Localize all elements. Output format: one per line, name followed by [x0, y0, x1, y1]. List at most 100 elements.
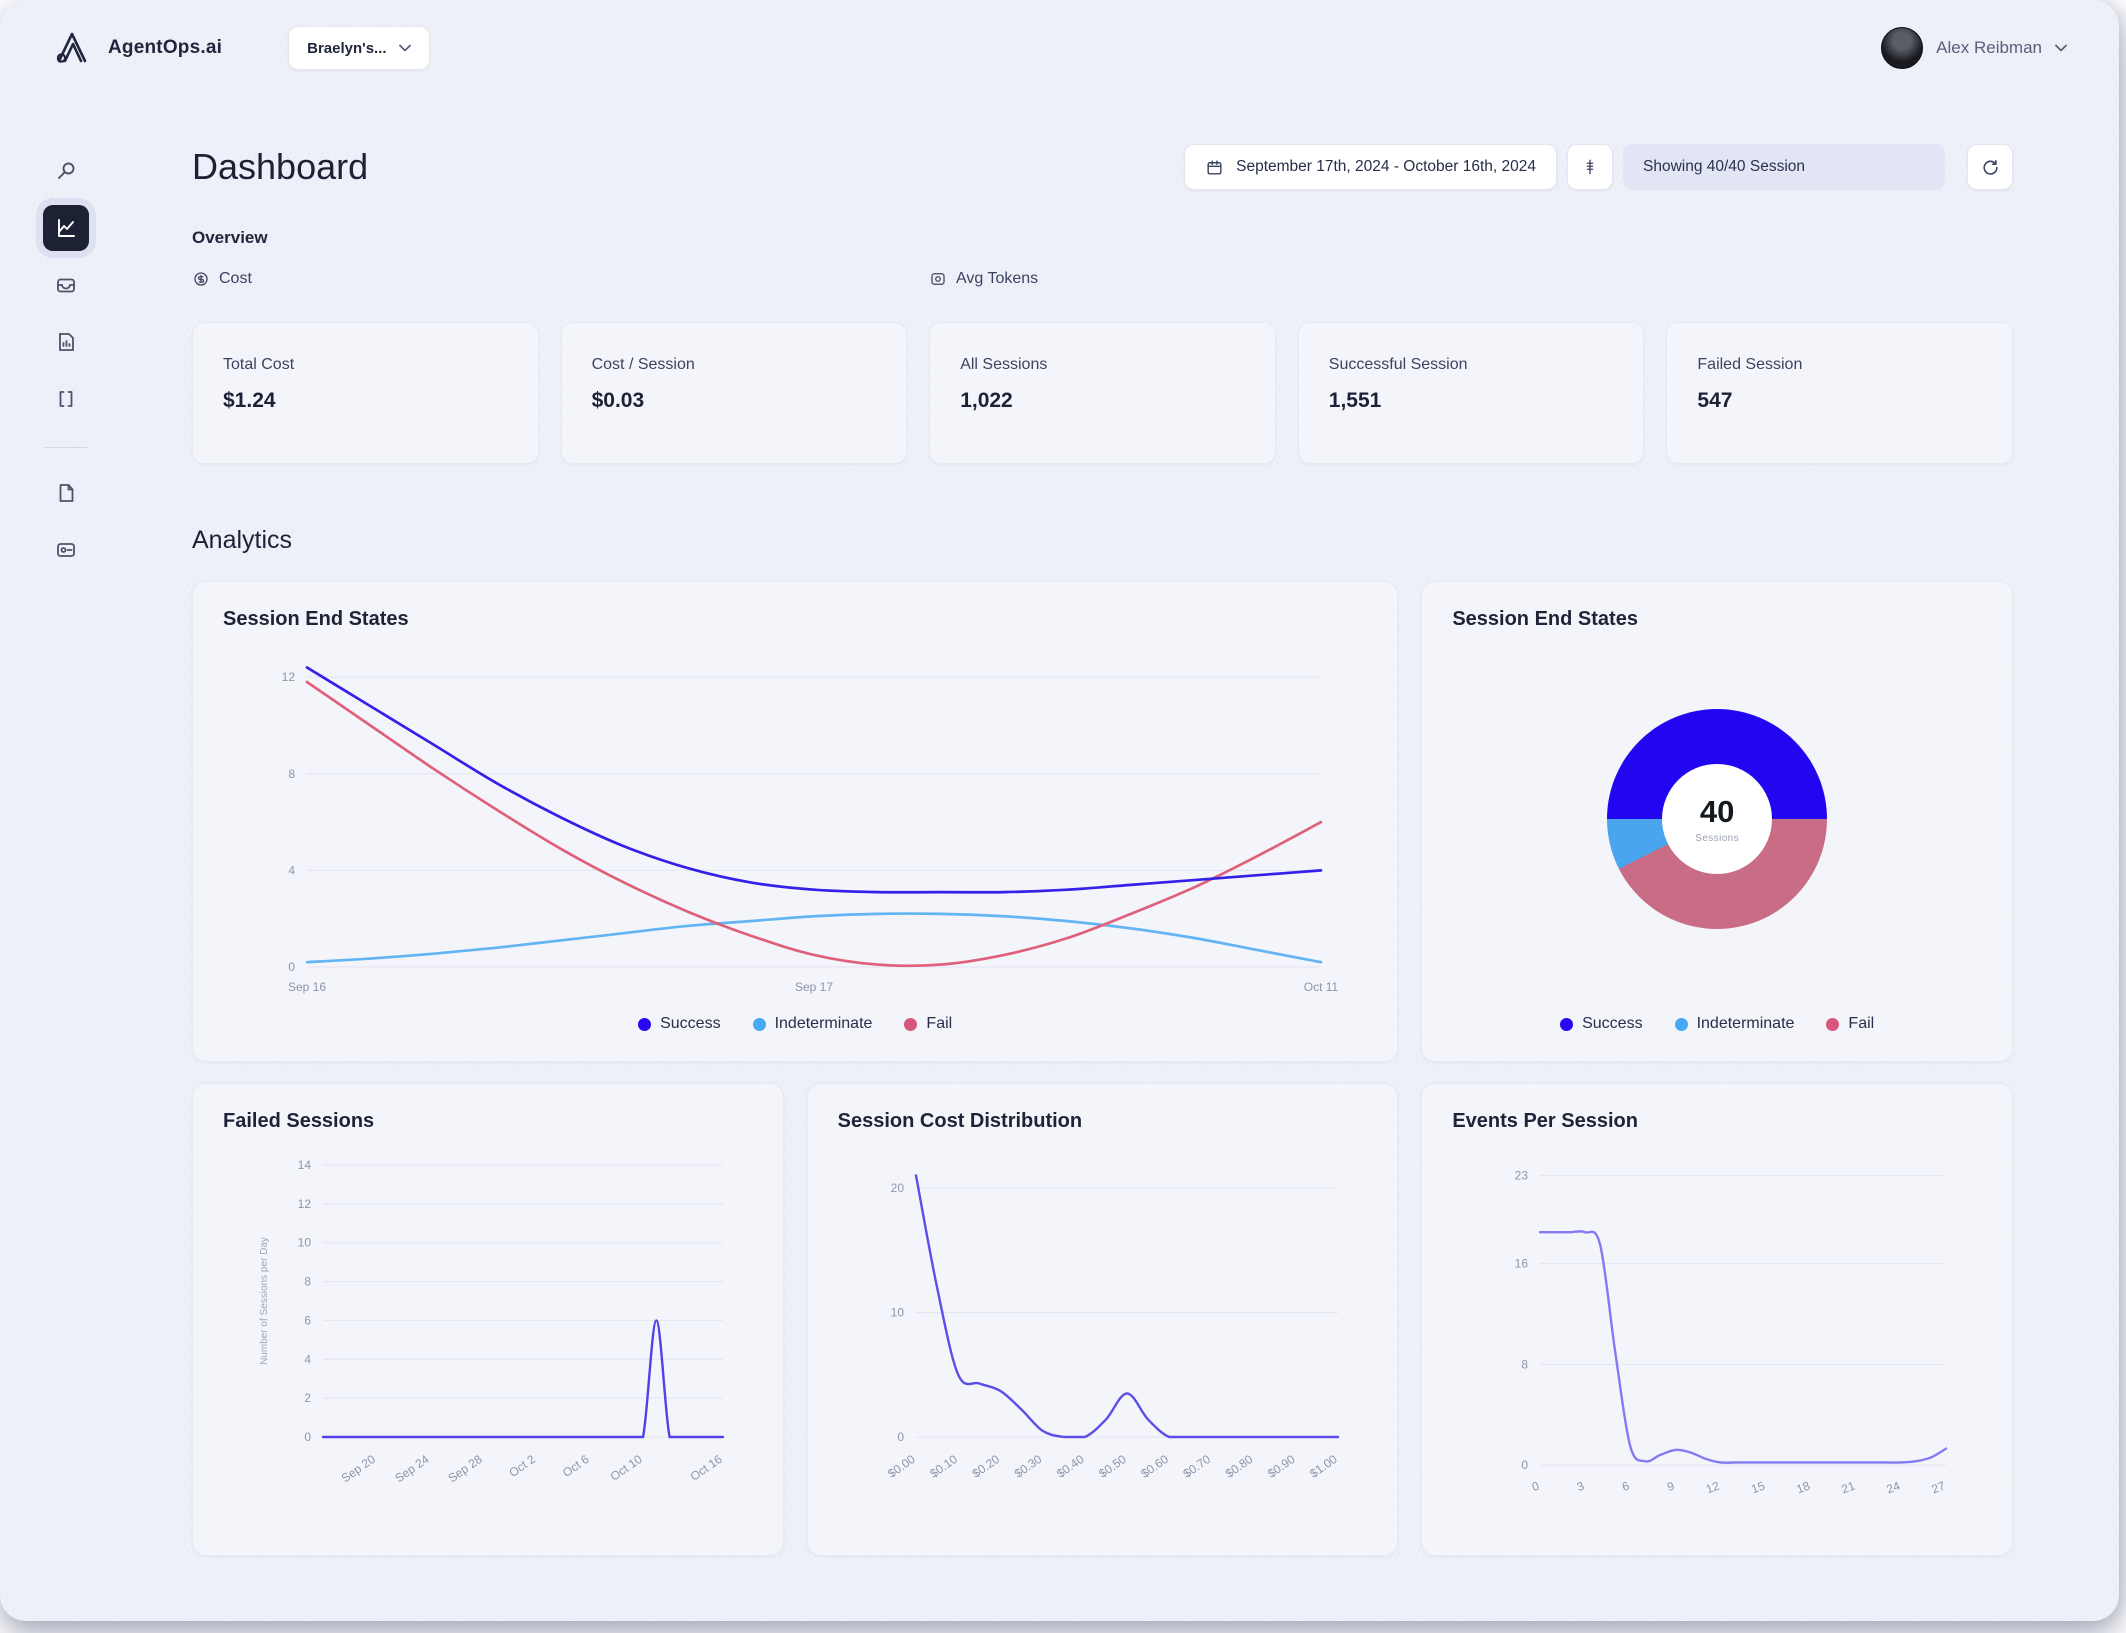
sidebar-item-sessions[interactable]	[43, 262, 89, 308]
svg-text:12: 12	[282, 670, 296, 684]
failed-sessions-chart[interactable]: 0 2 4 6 8 10 12 14 Number of Sessions per Day Sep…	[223, 1139, 753, 1529]
key-card-icon	[57, 543, 75, 557]
svg-text:10: 10	[298, 1236, 312, 1250]
svg-text:0: 0	[1522, 1458, 1529, 1472]
svg-text:Sep 24: Sep 24	[392, 1452, 431, 1485]
main-content: Dashboard September 17th, 2024 - October…	[132, 96, 2119, 1621]
sidebar-item-projects[interactable]	[43, 319, 89, 365]
legend-label: Fail	[1848, 1015, 1875, 1032]
session-end-states-line-chart[interactable]: 0 4 8 12 Sep 16 Sep 17 Oct 11	[223, 637, 1367, 1007]
chevron-down-icon	[2055, 44, 2067, 52]
user-name: Alex Reibman	[1936, 38, 2042, 57]
legend-item[interactable]: Fail	[1826, 1015, 1874, 1033]
svg-text:$0.50: $0.50	[1096, 1452, 1129, 1481]
legend-dot-icon	[1560, 1017, 1574, 1031]
svg-text:20: 20	[890, 1181, 904, 1195]
legend-label: Indeterminate	[1696, 1015, 1795, 1032]
workspace-selector[interactable]: Braelyn's...	[288, 26, 430, 70]
stat-value: $1.24	[223, 389, 276, 412]
showing-sessions-text: Showing 40/40 Session	[1643, 158, 1806, 175]
stat-card: All Sessions 1,022	[929, 322, 1276, 464]
chart-legend: Success Indeterminate Fail	[1452, 1007, 1982, 1035]
svg-text:$0.90: $0.90	[1265, 1452, 1298, 1481]
legend-label: Indeterminate	[774, 1015, 873, 1032]
svg-text:$0.30: $0.30	[1011, 1452, 1044, 1481]
stat-value: 547	[1697, 389, 1733, 412]
events-per-session-card: Events Per Session 0 8 16 23 0 3 6 9 12 15 18 21 24 2…	[1421, 1083, 2013, 1556]
refresh-button[interactable]	[1967, 144, 2013, 190]
svg-text:$0.00: $0.00	[885, 1452, 918, 1481]
line-chart-icon	[58, 219, 75, 237]
workspace-name: Braelyn's...	[307, 39, 387, 57]
legend-item[interactable]: Fail	[904, 1015, 952, 1033]
legend-item[interactable]: Indeterminate	[1674, 1015, 1795, 1033]
legend-item[interactable]: Success	[638, 1015, 721, 1033]
legend-dot-icon	[1826, 1017, 1840, 1031]
legend-label: Fail	[926, 1015, 953, 1032]
token-icon	[931, 273, 945, 285]
showing-sessions-badge: Showing 40/40 Session	[1623, 144, 1945, 190]
svg-text:14: 14	[298, 1158, 312, 1172]
stat-card: Total Cost $1.24	[192, 322, 539, 464]
sidebar-item-dashboard[interactable]	[43, 205, 89, 251]
svg-text:2: 2	[304, 1391, 311, 1405]
chart-legend: Success Indeterminate Fail	[223, 1007, 1367, 1035]
svg-text:10: 10	[890, 1305, 904, 1319]
donut-center: 40 Sessions	[1662, 764, 1773, 874]
tray-icon	[57, 278, 75, 293]
donut-total: 40	[1699, 794, 1735, 829]
session-end-states-donut-card: Session End States 40 Sessions Success In…	[1421, 581, 2013, 1062]
chart-title: Session End States	[1452, 608, 1638, 630]
svg-text:24: 24	[1885, 1479, 1903, 1497]
svg-text:23: 23	[1515, 1169, 1529, 1183]
sidebar-item-docs[interactable]	[43, 470, 89, 516]
svg-text:$1.00: $1.00	[1307, 1452, 1340, 1481]
svg-text:6: 6	[304, 1313, 311, 1327]
svg-text:12: 12	[298, 1197, 312, 1211]
session-end-states-line-card: Session End States 0 4 8 12 Sep 16 Sep 17 Oct …	[192, 581, 1399, 1062]
sidebar	[0, 96, 132, 1621]
svg-text:4: 4	[288, 863, 295, 877]
svg-text:15: 15	[1750, 1479, 1768, 1497]
stat-value: 1,551	[1328, 389, 1382, 412]
failed-sessions-card: Failed Sessions 0 2 4 6 8 10 12 14 Number of Ses…	[192, 1083, 784, 1556]
svg-text:8: 8	[1522, 1357, 1529, 1371]
cost-toggle[interactable]: Cost	[192, 270, 252, 288]
stat-label: All Sessions	[960, 356, 1048, 373]
session-cost-distribution-chart[interactable]: 0 10 20 $0.00 $0.10 $0.20 $0.30 $0.40 $0.50 $0.60…	[838, 1139, 1368, 1529]
svg-text:16: 16	[1515, 1257, 1529, 1271]
sidebar-item-traces[interactable]	[43, 376, 89, 422]
avg-tokens-toggle[interactable]: Avg Tokens	[929, 270, 1038, 288]
date-range-picker[interactable]: September 17th, 2024 - October 16th, 202…	[1184, 144, 1557, 190]
sidebar-item-search[interactable]	[43, 148, 89, 194]
brackets-icon	[59, 391, 73, 407]
stat-card: Cost / Session $0.03	[560, 322, 908, 464]
svg-text:$0.60: $0.60	[1138, 1452, 1171, 1481]
calendar-icon	[1207, 159, 1222, 175]
agentops-logo-icon	[56, 32, 87, 63]
events-per-session-chart[interactable]: 0 8 16 23 0 3 6 9 12 15 18 21 24 27	[1452, 1139, 1982, 1529]
chart-title: Session End States	[223, 608, 409, 630]
filter-button[interactable]	[1567, 144, 1613, 190]
refresh-icon	[1982, 159, 1998, 175]
stat-value: 1,022	[960, 389, 1013, 412]
stat-value: $0.03	[591, 389, 645, 412]
user-menu[interactable]: Alex Reibman	[1881, 27, 2067, 69]
stat-card: Successful Session 1,551	[1297, 322, 1645, 464]
legend-item[interactable]: Success	[1560, 1015, 1643, 1033]
app-window: AgentOps.ai Braelyn's... Alex Reibman Da…	[0, 0, 2119, 1621]
session-end-states-donut-chart[interactable]: 40 Sessions	[1607, 709, 1828, 929]
svg-text:$0.40: $0.40	[1054, 1452, 1087, 1481]
legend-item[interactable]: Indeterminate	[752, 1015, 873, 1033]
sidebar-item-api-keys[interactable]	[43, 527, 89, 573]
brand-name: AgentOps.ai	[108, 37, 223, 58]
header-controls: September 17th, 2024 - October 16th, 202…	[1184, 144, 2013, 190]
legend-dot-icon	[1674, 1017, 1688, 1031]
svg-text:Sep 28: Sep 28	[446, 1452, 485, 1485]
stat-label: Cost / Session	[591, 356, 695, 373]
stat-label: Total Cost	[223, 356, 295, 373]
stat-card: Failed Session 547	[1666, 322, 2013, 464]
date-range-value: September 17th, 2024 - October 16th, 202…	[1236, 158, 1536, 175]
svg-text:Oct 2: Oct 2	[506, 1452, 538, 1480]
svg-text:Sep 17: Sep 17	[795, 980, 833, 994]
